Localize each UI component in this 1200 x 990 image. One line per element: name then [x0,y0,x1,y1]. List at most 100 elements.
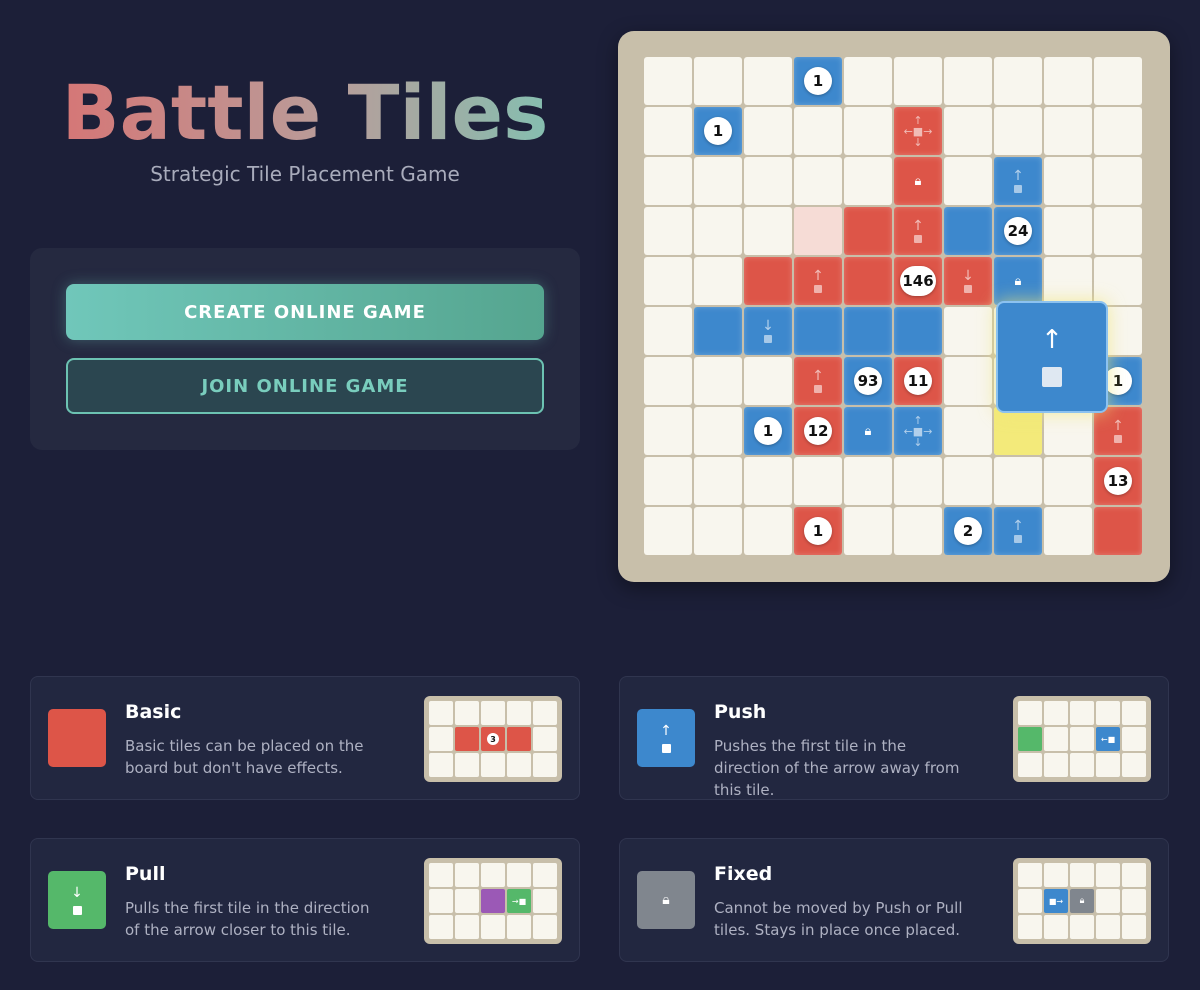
blue-tile[interactable]: ↑ ←■→ ↓ [894,407,942,455]
blue-tile[interactable]: ↓ [744,307,792,355]
blue-tile[interactable]: 24 [994,207,1042,255]
board-cell[interactable] [894,57,942,105]
red-tile[interactable] [1094,507,1142,555]
board-cell[interactable] [644,507,692,555]
board-cell[interactable] [844,107,892,155]
board-cell[interactable] [694,257,742,305]
board-cell[interactable] [944,157,992,205]
board-cell[interactable] [1044,107,1092,155]
board-cell[interactable] [1044,407,1092,455]
board-cell[interactable] [644,357,692,405]
board-cell[interactable] [994,57,1042,105]
red-tile[interactable]: ↓ [944,257,992,305]
board-cell[interactable] [744,157,792,205]
board-cell[interactable] [644,107,692,155]
board-cell[interactable] [1044,257,1092,305]
board-cell[interactable] [794,107,842,155]
blue-tile[interactable]: 2 [944,507,992,555]
board-cell[interactable] [644,207,692,255]
red-tile[interactable]: ↑ [794,257,842,305]
blue-tile[interactable]: 1 [794,57,842,105]
join-online-game-button[interactable]: JOIN ONLINE GAME [66,358,544,414]
red-tile[interactable] [844,207,892,255]
red-tile[interactable] [844,257,892,305]
board-cell[interactable] [944,357,992,405]
blue-tile[interactable]: 🔒︎ [994,257,1042,305]
board-cell[interactable] [1094,157,1142,205]
board-cell[interactable] [994,107,1042,155]
board-cell[interactable] [894,457,942,505]
red-tile[interactable]: 13 [1094,457,1142,505]
board-cell[interactable] [944,407,992,455]
tile-card-basic: Basic Basic tiles can be placed on the b… [30,676,580,800]
red-tile[interactable]: ↑ [794,357,842,405]
blue-tile[interactable]: 1 [744,407,792,455]
board-cell[interactable] [1044,507,1092,555]
board-cell[interactable] [944,307,992,355]
blue-tile[interactable] [844,307,892,355]
board-cell[interactable] [1094,257,1142,305]
board-cell[interactable] [644,307,692,355]
blue-tile[interactable]: 1 [694,107,742,155]
blue-tile[interactable] [694,307,742,355]
tile-card-description: Pulls the first tile in the direction of… [125,899,370,939]
board-cell[interactable] [644,57,692,105]
board-cell[interactable] [1094,107,1142,155]
red-tile[interactable]: ↑ [1094,407,1142,455]
board-cell[interactable] [944,457,992,505]
blue-tile[interactable]: ↑ [994,157,1042,205]
board-cell[interactable] [644,457,692,505]
red-tile[interactable] [744,257,792,305]
board-cell[interactable] [844,457,892,505]
board-cell[interactable] [1044,57,1092,105]
board-cell[interactable] [1094,57,1142,105]
red-tile[interactable]: 11 [894,357,942,405]
board-cell[interactable] [644,407,692,455]
board-cell[interactable] [994,457,1042,505]
red-tile[interactable]: 12 [794,407,842,455]
red-tile[interactable]: 🔒︎ [894,157,942,205]
board-cell[interactable] [844,157,892,205]
board-cell[interactable] [694,57,742,105]
board-cell[interactable] [944,107,992,155]
board-cell[interactable] [1094,207,1142,255]
red-tile[interactable]: 1 [794,507,842,555]
board-cell[interactable] [694,507,742,555]
board-cell[interactable] [894,507,942,555]
board-cell[interactable] [694,357,742,405]
board-cell[interactable] [744,507,792,555]
board-cell[interactable] [744,357,792,405]
red-tile[interactable]: ↑ ←■→ ↓ [894,107,942,155]
board-cell[interactable] [694,457,742,505]
board-cell[interactable] [844,57,892,105]
blue-tile[interactable] [944,207,992,255]
red-tile[interactable]: 146 [894,257,942,305]
blue-tile[interactable]: 93 [844,357,892,405]
board-cell[interactable] [644,257,692,305]
board-cell[interactable] [744,207,792,255]
board-cell[interactable] [794,457,842,505]
blue-tile[interactable] [894,307,942,355]
blue-tile[interactable] [794,307,842,355]
held-push-tile[interactable]: ↑ [996,301,1108,413]
board-cell[interactable] [1044,207,1092,255]
pink-tile[interactable] [794,207,842,255]
board-cell[interactable] [694,207,742,255]
game-board[interactable]: 1 1 ↑ ←■→ ↓ 🔒︎ ↑ ↑ 24 ↑ 146 ↓ 🔒︎ ↓ ↑ 93 11 1 1 12 🔒︎ ↑ ←■→ ↓ ↑ 13… [644,57,1144,557]
board-cell[interactable] [794,157,842,205]
blue-tile[interactable]: 🔒︎ [844,407,892,455]
board-cell[interactable] [1044,457,1092,505]
red-tile[interactable]: ↑ [894,207,942,255]
blue-tile[interactable]: ↑ [994,507,1042,555]
board-cell[interactable] [644,157,692,205]
board-cell[interactable] [1044,157,1092,205]
yellow-tile[interactable] [994,407,1042,455]
board-cell[interactable] [744,457,792,505]
board-cell[interactable] [694,407,742,455]
board-cell[interactable] [944,57,992,105]
board-cell[interactable] [744,107,792,155]
create-online-game-button[interactable]: CREATE ONLINE GAME [66,284,544,340]
board-cell[interactable] [694,157,742,205]
board-cell[interactable] [744,57,792,105]
board-cell[interactable] [844,507,892,555]
